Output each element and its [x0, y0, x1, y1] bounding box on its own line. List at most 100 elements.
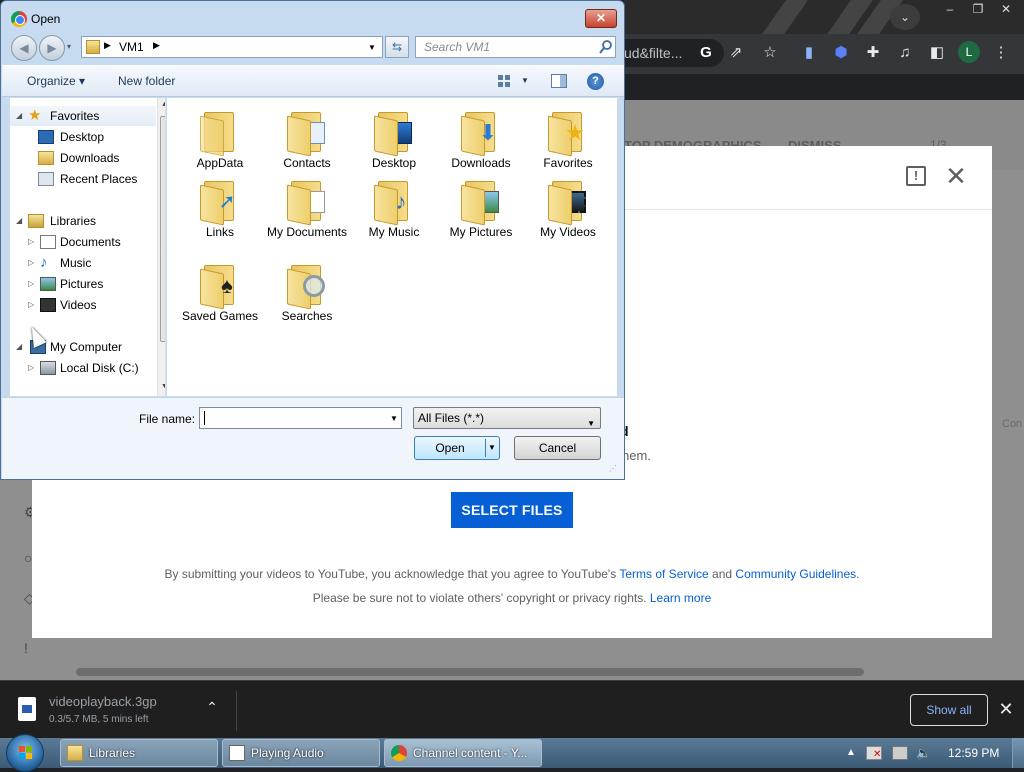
- taskbar-button-chrome[interactable]: Channel content - Y...: [384, 739, 542, 767]
- collapse-arrow-icon[interactable]: ▷: [28, 253, 38, 273]
- expand-arrow-icon[interactable]: ◢: [16, 337, 26, 357]
- breadcrumb-arrow-icon[interactable]: ▶: [104, 40, 111, 51]
- show-desktop-button[interactable]: [1012, 738, 1024, 768]
- file-item-my-pictures[interactable]: My Pictures: [439, 175, 523, 255]
- file-type-select[interactable]: All Files (*.*) ▼: [413, 407, 601, 429]
- clock[interactable]: 12:59 PM: [948, 746, 999, 760]
- collapse-arrow-icon[interactable]: ▷: [28, 295, 38, 315]
- resize-grip-icon[interactable]: ⋰: [609, 464, 619, 474]
- file-item-my-music[interactable]: ♪ My Music: [352, 175, 436, 255]
- breadcrumb-arrow-icon[interactable]: ▶: [153, 40, 160, 51]
- cancel-button[interactable]: Cancel: [514, 436, 601, 460]
- chevron-up-icon[interactable]: ⌃: [202, 699, 222, 719]
- views-dropdown-icon[interactable]: ▼: [521, 76, 529, 85]
- taskbar-button-libraries[interactable]: Libraries: [60, 739, 218, 767]
- network-icon[interactable]: [892, 746, 908, 760]
- nav-label: Documents: [60, 235, 121, 249]
- nav-label: Pictures: [60, 277, 104, 291]
- expand-arrow-icon[interactable]: ◢: [16, 211, 26, 231]
- tab-search-button[interactable]: ⌄: [890, 4, 920, 30]
- terms-of-service-link[interactable]: Terms of Service: [619, 567, 708, 581]
- file-item-contacts[interactable]: Contacts: [265, 106, 349, 186]
- close-icon[interactable]: ✕: [944, 163, 968, 189]
- organize-menu[interactable]: Organize ▾: [27, 74, 85, 88]
- views-icon[interactable]: [497, 74, 511, 88]
- forward-button[interactable]: ▶: [39, 35, 65, 61]
- download-file-name[interactable]: videoplayback.3gp: [49, 694, 157, 709]
- folder-icon: [67, 745, 83, 761]
- horizontal-scrollbar[interactable]: [76, 668, 864, 676]
- file-item-my-videos[interactable]: My Videos: [526, 175, 610, 255]
- media-control-icon[interactable]: ♫: [894, 42, 916, 64]
- scroll-thumb[interactable]: [160, 116, 165, 342]
- minimize-button[interactable]: –: [936, 0, 964, 18]
- collapse-arrow-icon[interactable]: ▷: [28, 274, 38, 294]
- file-item-links[interactable]: ➚ Links: [178, 175, 262, 255]
- scroll-down-icon[interactable]: ▼: [161, 383, 165, 390]
- file-item-saved-games[interactable]: ♠ Saved Games: [178, 259, 262, 339]
- window-icon: [229, 745, 245, 761]
- star-icon: ★: [28, 107, 42, 124]
- community-guidelines-link[interactable]: Community Guidelines: [735, 567, 856, 581]
- search-icon: [599, 40, 612, 54]
- start-button[interactable]: [6, 734, 44, 772]
- file-item-searches[interactable]: Searches: [265, 259, 349, 339]
- action-center-icon[interactable]: ✕: [866, 746, 882, 760]
- recent-pages-dropdown[interactable]: ▾: [67, 42, 71, 51]
- scroll-up-icon[interactable]: ▲: [161, 101, 165, 108]
- expand-arrow-icon[interactable]: ◢: [16, 106, 26, 126]
- show-all-button[interactable]: Show all: [910, 694, 988, 726]
- file-item-favorites[interactable]: ★ Favorites: [526, 106, 610, 186]
- nav-scrollbar[interactable]: ▲ ▼: [157, 98, 165, 396]
- taskbar-button-playing-audio[interactable]: Playing Audio: [222, 739, 380, 767]
- nav-item-favorites[interactable]: ◢ ★ Favorites: [10, 106, 156, 126]
- side-panel-icon[interactable]: ◧: [926, 42, 948, 64]
- file-name-dropdown-icon[interactable]: ▼: [390, 414, 398, 423]
- address-bar[interactable]: ▶ VM1 ▶ ▼: [81, 36, 383, 58]
- file-item-downloads[interactable]: ⬇ Downloads: [439, 106, 523, 186]
- share-icon[interactable]: ⇗: [725, 42, 747, 64]
- legal-text: and: [708, 567, 736, 581]
- puzzle-icon[interactable]: ✚: [862, 42, 884, 64]
- file-name-input[interactable]: ▼: [199, 407, 402, 429]
- collapse-arrow-icon[interactable]: ▷: [28, 232, 38, 252]
- refresh-button[interactable]: ⇆: [385, 36, 409, 58]
- new-folder-button[interactable]: New folder: [118, 74, 175, 88]
- window-close-button[interactable]: ✕: [992, 0, 1020, 18]
- file-item-my-documents[interactable]: My Documents: [265, 175, 349, 255]
- collapse-arrow-icon[interactable]: ▷: [28, 358, 38, 378]
- extension-icon[interactable]: ▮: [798, 42, 820, 64]
- learn-more-link[interactable]: Learn more: [650, 591, 711, 605]
- shield-extension-icon[interactable]: ⬢: [830, 42, 852, 64]
- chrome-icon: [391, 745, 407, 761]
- address-dropdown-icon[interactable]: ▼: [368, 43, 376, 52]
- volume-muted-icon[interactable]: 🔈: [916, 746, 932, 760]
- contacts-folder-icon: [287, 106, 327, 157]
- download-status: 0.3/5.7 MB, 5 mins left: [49, 714, 149, 725]
- file-item-appdata[interactable]: AppData: [178, 106, 262, 186]
- close-icon[interactable]: ✕: [996, 699, 1016, 719]
- help-icon[interactable]: ?: [587, 73, 604, 90]
- search-box[interactable]: Search VM1: [415, 36, 616, 58]
- open-options-dropdown-icon[interactable]: ▼: [488, 443, 496, 452]
- select-files-button[interactable]: SELECT FILES: [451, 492, 573, 528]
- preview-pane-icon[interactable]: [551, 74, 567, 88]
- navigation-pane: ◢ ★ Favorites Desktop Downloads Recent P…: [10, 98, 166, 396]
- feedback-icon[interactable]: !: [906, 166, 926, 186]
- desktop-icon: [38, 130, 54, 144]
- sidebar-feedback-icon[interactable]: !: [24, 640, 42, 658]
- star-icon[interactable]: ☆: [759, 42, 781, 64]
- restore-button[interactable]: ❐: [964, 0, 992, 18]
- google-icon[interactable]: G: [695, 42, 717, 64]
- nav-label: Desktop: [60, 130, 105, 144]
- file-item-desktop[interactable]: Desktop: [352, 106, 436, 186]
- show-hidden-icons-icon[interactable]: ▲: [846, 747, 856, 758]
- breadcrumb-vm1[interactable]: VM1: [119, 40, 144, 54]
- downloads-folder-icon: ⬇: [461, 106, 501, 157]
- more-menu-icon[interactable]: ⋮: [990, 42, 1012, 64]
- chrome-icon: [11, 11, 27, 27]
- back-button[interactable]: ◀: [11, 35, 37, 61]
- dialog-close-button[interactable]: ✕: [585, 9, 617, 28]
- profile-avatar[interactable]: L: [958, 41, 980, 63]
- open-button[interactable]: Open ▼: [414, 436, 500, 460]
